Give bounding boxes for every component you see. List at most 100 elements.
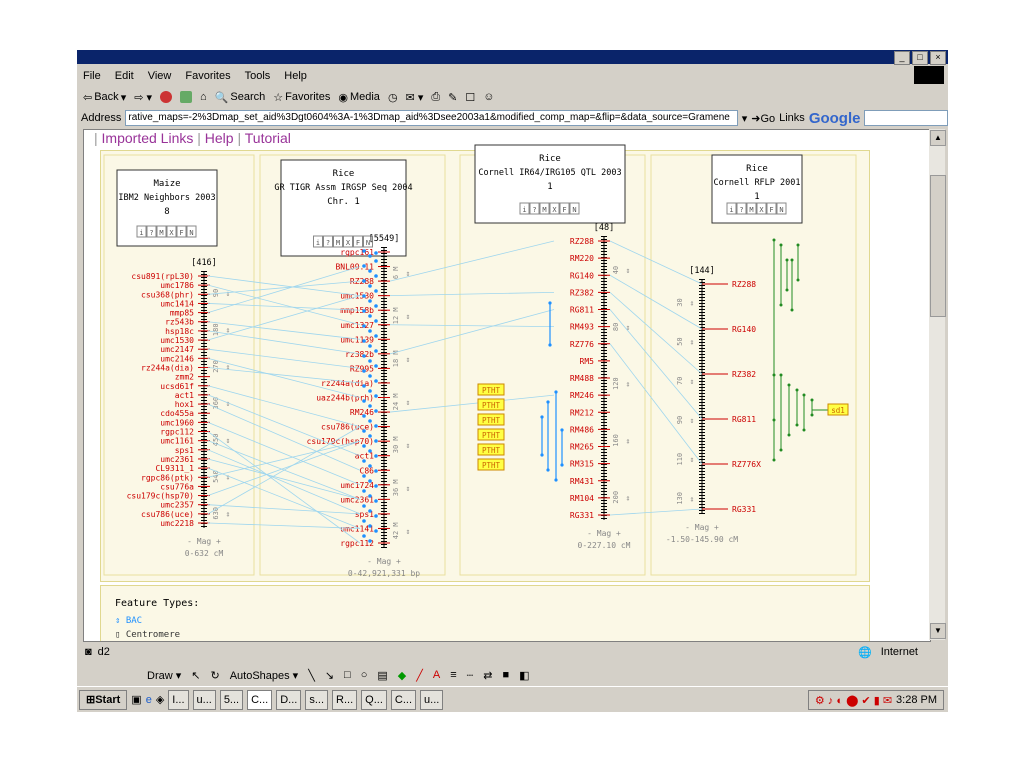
map-set-name: Cornell IR64/IRG105 QTL 2003 — [478, 168, 621, 178]
bac-feature — [368, 359, 372, 363]
qtl-interval-end — [779, 448, 783, 452]
autoshapes-menu[interactable]: AutoShapes ▾ — [230, 669, 299, 682]
menu-favorites[interactable]: Favorites — [185, 70, 230, 82]
scale-tick-label: 80 — [612, 323, 620, 331]
scale-tick-label: 180 — [212, 323, 220, 336]
messenger-icon[interactable]: ☺ — [483, 91, 494, 103]
drawing-toolbar: Draw ▾ ↖ ↻ AutoShapes ▾ ╲ ↘ □ ○ ▤ ◆ ╱ A … — [77, 666, 948, 684]
scale-arrow-icon: ⇕ — [226, 509, 231, 518]
forward-button[interactable]: ⇨ ▾ — [134, 91, 152, 104]
draw-menu[interactable]: Draw ▾ — [147, 669, 181, 682]
minimize-button[interactable]: _ — [894, 51, 910, 65]
bac-feature — [368, 389, 372, 393]
task-button[interactable]: u... — [192, 689, 216, 710]
status-text: d2 — [97, 646, 110, 658]
arrow-icon[interactable]: ↘ — [325, 669, 334, 682]
stop-icon[interactable] — [160, 91, 173, 103]
map-button-label: M — [542, 206, 546, 214]
go-button[interactable]: ➜Go — [751, 112, 775, 125]
start-button[interactable]: ⊞ Start — [79, 689, 128, 710]
menu-tools[interactable]: Tools — [245, 70, 271, 82]
links-label[interactable]: Links — [779, 112, 805, 124]
textbox-icon[interactable]: ▤ — [377, 669, 387, 682]
vertical-scrollbar[interactable]: ▲ ▼ — [929, 129, 946, 640]
shadow-icon[interactable]: ■ — [502, 669, 509, 681]
refresh-icon[interactable] — [180, 91, 193, 103]
quicklaunch-desktop-icon[interactable]: ▣ — [131, 693, 141, 706]
qtl-interval-end — [772, 238, 776, 242]
task-button[interactable]: s... — [305, 689, 329, 710]
arrow-style-icon[interactable]: ⇄ — [483, 669, 492, 682]
home-icon[interactable]: ⌂ — [200, 91, 207, 103]
history-icon[interactable]: ◷ — [388, 91, 398, 104]
task-button[interactable]: I... — [168, 689, 189, 710]
qtl-interval-end — [779, 373, 783, 377]
task-button[interactable]: 5... — [219, 689, 244, 710]
zone-label: Internet — [880, 646, 918, 658]
back-button[interactable]: ⇦ Back ▾ — [83, 91, 126, 104]
tray-icons[interactable]: ⚙ ♪ ◐ ⬤ ✔ ▮ ✉ — [815, 694, 892, 707]
close-button[interactable]: × — [930, 51, 946, 65]
media-button[interactable]: ◉ Media — [338, 91, 380, 104]
bac-feature — [368, 509, 372, 513]
feature-label: RM104 — [570, 494, 594, 503]
print-icon[interactable]: ⎙ — [431, 91, 440, 104]
oval-icon[interactable]: ○ — [361, 669, 368, 681]
google-toolbar-logo[interactable]: Google — [809, 110, 861, 127]
maximize-button[interactable]: □ — [912, 51, 928, 65]
quicklaunch-ie-icon[interactable]: e — [146, 694, 152, 706]
task-button[interactable]: C... — [390, 689, 417, 710]
feature-label: umc1161 — [160, 437, 194, 446]
map-button-label: ? — [739, 206, 743, 214]
bac-feature — [374, 379, 378, 383]
task-button[interactable]: u... — [420, 689, 444, 710]
quicklaunch-outlook-icon[interactable]: ◈ — [156, 693, 164, 706]
scroll-up-icon[interactable]: ▲ — [930, 130, 946, 146]
task-button[interactable]: C... — [247, 689, 273, 710]
line-style-icon[interactable]: ≡ — [450, 669, 456, 681]
edit-icon[interactable]: ✎ — [448, 91, 457, 104]
bac-feature — [362, 279, 366, 283]
3d-icon[interactable]: ◧ — [519, 669, 529, 682]
feature-label: RZ288 — [570, 237, 594, 246]
font-color-icon[interactable]: A — [433, 669, 440, 681]
scale-arrow-icon: ⇕ — [406, 355, 411, 364]
mag-control: - Mag + — [187, 537, 221, 546]
search-button[interactable]: 🔍 Search — [215, 91, 266, 104]
rotate-icon[interactable]: ↻ — [210, 669, 219, 682]
menu-edit[interactable]: Edit — [115, 70, 134, 82]
address-input[interactable]: rative_maps=-2%3Dmap_set_aid%3Dgt0604%3A… — [125, 110, 738, 126]
mail-icon[interactable]: ✉ ▾ — [406, 91, 424, 104]
google-search-input[interactable] — [864, 110, 948, 126]
legend-title: Feature Types: — [115, 598, 200, 609]
autoshapes-label: AutoShapes — [229, 669, 290, 682]
menu-view[interactable]: View — [148, 70, 172, 82]
feature-label: RM246 — [350, 408, 374, 417]
menu-file[interactable]: File — [83, 70, 101, 82]
rectangle-icon[interactable]: □ — [344, 669, 351, 681]
select-pointer-icon[interactable]: ↖ — [191, 669, 200, 682]
bac-feature — [368, 314, 372, 318]
address-dropdown-icon[interactable]: ▾ — [742, 112, 748, 125]
discuss-icon[interactable]: ☐ — [465, 91, 475, 104]
dash-style-icon[interactable]: ┄ — [467, 669, 474, 682]
feature-label: RG811 — [570, 306, 594, 315]
task-button[interactable]: R... — [332, 689, 358, 710]
scroll-down-icon[interactable]: ▼ — [930, 623, 946, 639]
bac-feature — [368, 254, 372, 258]
map-button-label: i — [139, 229, 143, 237]
scroll-thumb[interactable] — [930, 175, 946, 317]
qtl-marker-label: sd1 — [831, 406, 845, 415]
favorites-label: Favorites — [285, 91, 331, 103]
bac-feature — [362, 294, 366, 298]
task-button[interactable]: D... — [276, 689, 302, 710]
favorites-button[interactable]: ☆ Favorites — [273, 91, 330, 104]
bac-feature — [368, 284, 372, 288]
menu-help[interactable]: Help — [284, 70, 307, 82]
map-species: Rice — [539, 154, 561, 164]
line-color-icon[interactable]: ╱ — [416, 669, 423, 682]
qtl-span-end — [560, 428, 564, 432]
task-button[interactable]: Q... — [361, 689, 387, 710]
fill-color-icon[interactable]: ◆ — [398, 669, 406, 682]
line-icon[interactable]: ╲ — [308, 669, 315, 682]
